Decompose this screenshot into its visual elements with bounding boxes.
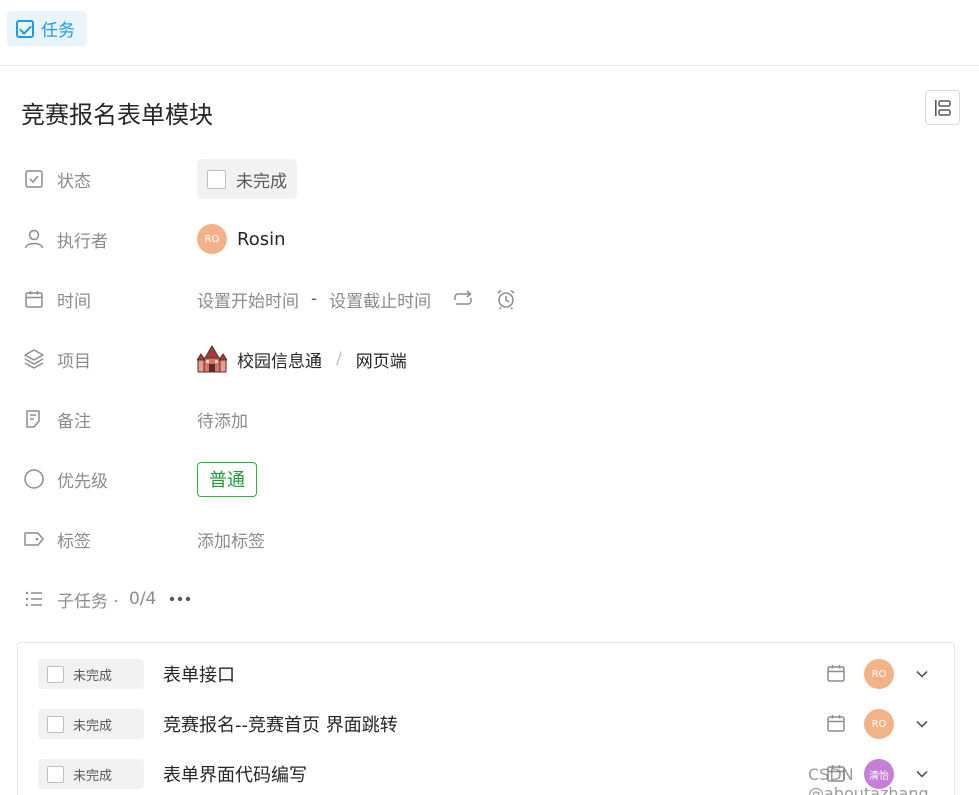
list-icon	[23, 588, 45, 610]
project-separator: /	[336, 349, 342, 369]
status-label: 状态	[57, 171, 91, 192]
chevron-down-icon[interactable]	[914, 716, 930, 732]
project-castle-icon	[197, 344, 227, 374]
calendar-icon[interactable]	[826, 663, 848, 685]
due-time-picker[interactable]: 设置截止时间	[329, 287, 431, 312]
task-title[interactable]: 竞赛报名表单模块	[21, 95, 213, 130]
subtask-row[interactable]: 未完成 竞赛报名--竞赛首页 界面跳转 RO	[18, 704, 956, 744]
repeat-icon[interactable]	[451, 289, 475, 309]
subtasks-label: 子任务 ·	[57, 591, 119, 612]
top-bar: 任务	[0, 0, 979, 66]
time-separator: -	[311, 289, 318, 309]
subtasks-count: 0/4	[129, 589, 157, 609]
alarm-icon[interactable]	[495, 288, 517, 310]
status-value: 未完成	[236, 171, 287, 192]
project-name: 校园信息通	[237, 351, 322, 372]
status-row: 状态 未完成	[0, 159, 979, 199]
tags-label: 标签	[57, 531, 91, 552]
calendar-icon	[23, 288, 45, 310]
time-label: 时间	[57, 291, 91, 312]
assignee-label: 执行者	[57, 231, 108, 252]
subtask-checkbox[interactable]	[47, 765, 64, 783]
tags-row: 标签 添加标签	[0, 519, 979, 559]
time-row: 时间 设置开始时间 - 设置截止时间	[0, 279, 979, 319]
layout-toggle-button[interactable]	[925, 90, 960, 125]
task-type-chip[interactable]: 任务	[7, 11, 87, 46]
note-icon	[23, 408, 45, 430]
assignee-avatar: RO	[197, 224, 227, 254]
subtask-avatar[interactable]: RO	[864, 709, 894, 739]
subtask-status: 未完成	[73, 768, 113, 784]
status-check-icon	[23, 168, 45, 190]
subtask-status: 未完成	[73, 668, 113, 684]
layout-icon	[934, 99, 951, 116]
priority-row: 优先级 普通	[0, 459, 979, 499]
status-checkbox[interactable]	[207, 169, 226, 189]
subtask-checkbox[interactable]	[47, 715, 64, 733]
project-label: 项目	[57, 351, 91, 372]
subtask-title[interactable]: 表单界面代码编写	[163, 761, 307, 787]
user-icon	[23, 228, 45, 250]
more-icon[interactable]	[169, 596, 191, 602]
task-check-icon	[16, 19, 34, 38]
note-label: 备注	[57, 411, 91, 432]
watermark: CSDN @aboutazhang	[808, 765, 929, 795]
subtasks-header: 子任务 · 0/4	[0, 579, 979, 619]
project-list-name: 网页端	[355, 351, 407, 372]
priority-badge[interactable]: 普通	[197, 461, 257, 497]
note-editor[interactable]: 待添加	[197, 407, 248, 432]
subtask-title[interactable]: 竞赛报名--竞赛首页 界面跳转	[163, 711, 398, 737]
add-tag-button[interactable]: 添加标签	[197, 527, 265, 552]
subtask-title[interactable]: 表单接口	[163, 661, 235, 687]
project-row: 项目 校园信息通 / 网页端	[0, 339, 979, 379]
assignee-picker[interactable]: RO Rosin	[197, 224, 286, 254]
layers-icon	[23, 348, 45, 370]
subtask-avatar[interactable]: RO	[864, 659, 894, 689]
priority-label: 优先级	[57, 471, 108, 492]
start-time-picker[interactable]: 设置开始时间	[197, 287, 299, 312]
priority-circle-icon	[23, 468, 45, 490]
assignee-name: Rosin	[237, 228, 286, 250]
subtask-row[interactable]: 未完成 表单接口 RO	[18, 654, 956, 694]
tag-icon	[23, 528, 45, 550]
subtask-status-toggle[interactable]: 未完成	[38, 709, 144, 739]
subtask-status-toggle[interactable]: 未完成	[38, 759, 144, 789]
subtask-status-toggle[interactable]: 未完成	[38, 659, 144, 689]
note-row: 备注 待添加	[0, 399, 979, 439]
status-toggle[interactable]: 未完成	[197, 159, 297, 199]
subtask-checkbox[interactable]	[47, 665, 64, 683]
assignee-row: 执行者 RO Rosin	[0, 219, 979, 259]
calendar-icon[interactable]	[826, 713, 848, 735]
chevron-down-icon[interactable]	[914, 666, 930, 682]
project-picker[interactable]: 校园信息通 / 网页端	[197, 344, 407, 374]
task-type-label: 任务	[41, 21, 75, 41]
subtask-status: 未完成	[73, 718, 113, 734]
